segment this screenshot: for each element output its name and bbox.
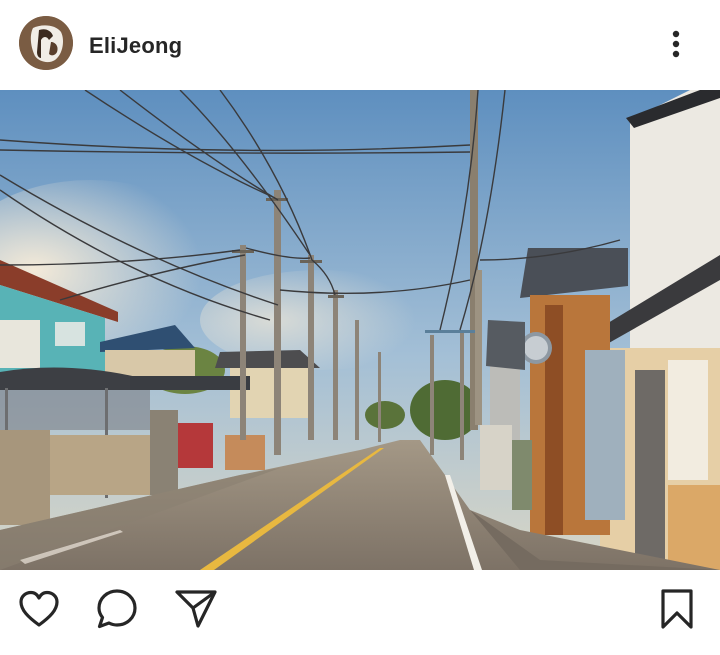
post-actions xyxy=(0,570,720,655)
more-options-button[interactable] xyxy=(660,26,692,62)
avatar[interactable] xyxy=(19,16,73,70)
save-button[interactable] xyxy=(654,586,700,632)
bookmark-icon xyxy=(661,589,693,629)
heart-icon xyxy=(19,590,59,627)
avatar-image xyxy=(19,16,73,70)
send-icon xyxy=(175,590,217,628)
comment-button[interactable] xyxy=(94,586,140,632)
post-header: EliJeong xyxy=(0,0,720,90)
like-button[interactable] xyxy=(16,586,62,632)
username[interactable]: EliJeong xyxy=(89,33,182,59)
post-photo[interactable] xyxy=(0,90,720,570)
street-scene-photo xyxy=(0,90,720,570)
more-vertical-icon xyxy=(672,30,680,58)
comment-icon xyxy=(97,589,137,629)
share-button[interactable] xyxy=(173,586,219,632)
